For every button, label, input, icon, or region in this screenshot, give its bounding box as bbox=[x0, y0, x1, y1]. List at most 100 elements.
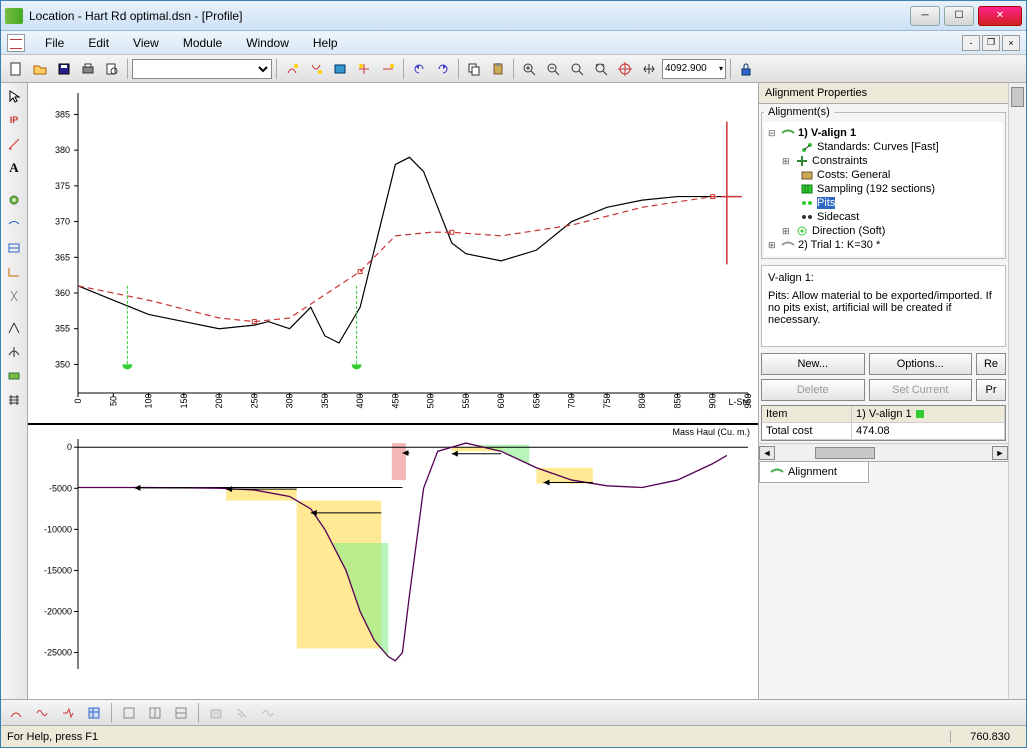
svg-text:Mass Haul (Cu. m.): Mass Haul (Cu. m.) bbox=[672, 427, 750, 437]
menu-window[interactable]: Window bbox=[236, 34, 299, 52]
zoom-extents-icon[interactable] bbox=[590, 58, 612, 80]
btool7-icon[interactable] bbox=[170, 702, 192, 724]
alignment-tab-icon bbox=[770, 466, 784, 478]
zoom-in-icon[interactable] bbox=[518, 58, 540, 80]
document-icon[interactable] bbox=[7, 34, 25, 52]
svg-text:850: 850 bbox=[672, 393, 682, 408]
tree-root-1[interactable]: 1) V-align 1 bbox=[798, 127, 856, 139]
pr-button[interactable]: Pr bbox=[976, 379, 1006, 401]
panel-h-scrollbar[interactable]: ◄► bbox=[759, 443, 1008, 461]
btool9-icon[interactable] bbox=[231, 702, 253, 724]
menu-edit[interactable]: Edit bbox=[78, 34, 119, 52]
pointer-icon[interactable] bbox=[3, 85, 25, 107]
app-icon bbox=[5, 8, 23, 24]
svg-text:600: 600 bbox=[496, 393, 506, 408]
tree-sidecast[interactable]: Sidecast bbox=[817, 211, 859, 223]
tree-root-2[interactable]: 2) Trial 1: K=30 * bbox=[798, 239, 880, 251]
tree-pits[interactable]: Pits bbox=[817, 197, 835, 209]
menu-module[interactable]: Module bbox=[173, 34, 232, 52]
new-file-icon[interactable] bbox=[5, 58, 27, 80]
profile-chart[interactable]: 3503553603653703753803850501001502002503… bbox=[28, 83, 758, 423]
mdi-restore-button[interactable]: ❐ bbox=[982, 35, 1000, 51]
minimize-button[interactable]: ─ bbox=[910, 6, 940, 26]
btool10-icon[interactable] bbox=[257, 702, 279, 724]
menu-view[interactable]: View bbox=[123, 34, 169, 52]
save-icon[interactable] bbox=[53, 58, 75, 80]
btool4-icon[interactable] bbox=[83, 702, 105, 724]
panel-v-scrollbar[interactable] bbox=[1008, 83, 1026, 699]
measure-icon[interactable] bbox=[3, 133, 25, 155]
zoom-target-icon[interactable] bbox=[614, 58, 636, 80]
window-title: Location - Hart Rd optimal.dsn - [Profil… bbox=[29, 9, 910, 23]
alignment-tab[interactable]: Alignment bbox=[759, 462, 869, 483]
left-toolbar: IP A bbox=[1, 83, 28, 699]
vtool8-icon[interactable] bbox=[3, 389, 25, 411]
btool6-icon[interactable] bbox=[144, 702, 166, 724]
close-button[interactable]: ✕ bbox=[978, 6, 1022, 26]
tree-costs[interactable]: Costs: General bbox=[817, 169, 890, 181]
tree-constraints[interactable]: Constraints bbox=[812, 155, 868, 167]
open-file-icon[interactable] bbox=[29, 58, 51, 80]
paste-icon[interactable] bbox=[487, 58, 509, 80]
lock-icon[interactable] bbox=[735, 58, 757, 80]
table-cell-total-cost-label: Total cost bbox=[762, 423, 852, 439]
tree-standards[interactable]: Standards: Curves [Fast] bbox=[817, 141, 939, 153]
tool-icon-1[interactable] bbox=[281, 58, 303, 80]
redo-icon[interactable] bbox=[432, 58, 454, 80]
vtool6-icon[interactable] bbox=[3, 341, 25, 363]
svg-text:L-Stn: L-Stn bbox=[728, 397, 750, 407]
svg-text:50: 50 bbox=[108, 396, 118, 406]
svg-text:0: 0 bbox=[67, 442, 72, 452]
print-icon[interactable] bbox=[77, 58, 99, 80]
ip-icon[interactable]: IP bbox=[3, 109, 25, 131]
svg-text:370: 370 bbox=[55, 217, 70, 227]
svg-text:700: 700 bbox=[567, 393, 577, 408]
menubar: File Edit View Module Window Help - ❐ × bbox=[1, 31, 1026, 55]
summary-table[interactable]: Item 1) V-align 1 Total cost 474.08 bbox=[761, 405, 1006, 441]
options-button[interactable]: Options... bbox=[869, 353, 973, 375]
menu-help[interactable]: Help bbox=[303, 34, 348, 52]
mdi-close-button[interactable]: × bbox=[1002, 35, 1020, 51]
svg-text:350: 350 bbox=[320, 393, 330, 408]
vtool7-icon[interactable] bbox=[3, 365, 25, 387]
settings-icon[interactable] bbox=[3, 189, 25, 211]
tree-direction[interactable]: Direction (Soft) bbox=[812, 225, 885, 237]
tool-icon-4[interactable] bbox=[353, 58, 375, 80]
menu-file[interactable]: File bbox=[35, 34, 74, 52]
tool-icon-2[interactable] bbox=[305, 58, 327, 80]
btool8-icon[interactable] bbox=[205, 702, 227, 724]
main-toolbar: 4092.900 bbox=[1, 55, 1026, 83]
vtool3-icon[interactable] bbox=[3, 261, 25, 283]
undo-icon[interactable] bbox=[408, 58, 430, 80]
selection-combo[interactable] bbox=[132, 59, 272, 79]
zoom-rect-icon[interactable] bbox=[566, 58, 588, 80]
zoom-value-combo[interactable]: 4092.900 bbox=[662, 59, 726, 79]
svg-text:350: 350 bbox=[55, 359, 70, 369]
zoom-out-icon[interactable] bbox=[542, 58, 564, 80]
tool-icon-5[interactable] bbox=[377, 58, 399, 80]
svg-text:650: 650 bbox=[531, 393, 541, 408]
pan-icon[interactable] bbox=[638, 58, 660, 80]
re-button[interactable]: Re bbox=[976, 353, 1006, 375]
btool3-icon[interactable] bbox=[57, 702, 79, 724]
svg-text:360: 360 bbox=[55, 288, 70, 298]
alignment-tree[interactable]: ⊟1) V-align 1 Standards: Curves [Fast] ⊞… bbox=[764, 122, 1003, 256]
vtool1-icon[interactable] bbox=[3, 213, 25, 235]
copy-icon[interactable] bbox=[463, 58, 485, 80]
tree-sampling[interactable]: Sampling (192 sections) bbox=[817, 183, 935, 195]
text-icon[interactable]: A bbox=[3, 157, 25, 179]
maximize-button[interactable]: ☐ bbox=[944, 6, 974, 26]
vtool4-icon[interactable] bbox=[3, 285, 25, 307]
vtool2-icon[interactable] bbox=[3, 237, 25, 259]
preview-icon[interactable] bbox=[101, 58, 123, 80]
new-button[interactable]: New... bbox=[761, 353, 865, 375]
mdi-minimize-button[interactable]: - bbox=[962, 35, 980, 51]
tool-icon-3[interactable] bbox=[329, 58, 351, 80]
svg-text:450: 450 bbox=[390, 393, 400, 408]
vtool5-icon[interactable] bbox=[3, 317, 25, 339]
btool2-icon[interactable] bbox=[31, 702, 53, 724]
titlebar: Location - Hart Rd optimal.dsn - [Profil… bbox=[1, 1, 1026, 31]
btool1-icon[interactable] bbox=[5, 702, 27, 724]
mass-haul-chart[interactable]: Mass Haul (Cu. m.)0-5000-10000-15000-200… bbox=[28, 423, 758, 699]
btool5-icon[interactable] bbox=[118, 702, 140, 724]
